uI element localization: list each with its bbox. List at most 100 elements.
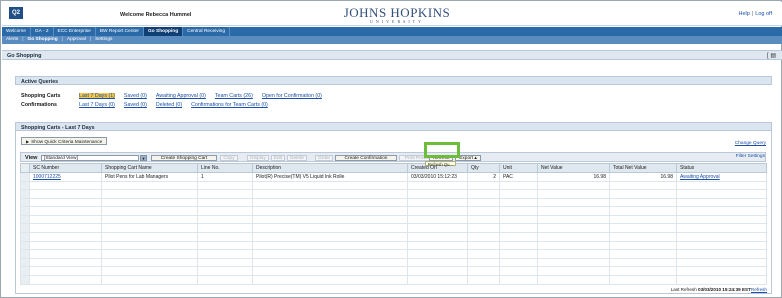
row-selector[interactable]: [20, 257, 30, 268]
row-selector[interactable]: [20, 214, 30, 225]
subtab-settings[interactable]: Settings: [91, 36, 116, 44]
query-link-sc-saved[interactable]: Saved (0): [124, 93, 147, 99]
row-selector[interactable]: [20, 232, 30, 242]
column-header-description[interactable]: Description: [252, 163, 408, 173]
empty-cell: [467, 189, 500, 199]
logoff-link[interactable]: Log off: [755, 11, 772, 17]
delete-button[interactable]: Delete: [287, 154, 307, 161]
column-header-unit[interactable]: Unit: [499, 163, 538, 173]
query-link-sc-last-7-days[interactable]: Last 7 Days (1): [79, 93, 115, 99]
empty-table-row: [20, 275, 767, 285]
edit-button[interactable]: Edit: [271, 154, 285, 161]
empty-cell: [499, 232, 538, 242]
row-selector[interactable]: [20, 172, 30, 182]
tab-welcome[interactable]: Welcome: [2, 27, 31, 36]
query-link-sc-open-confirmation[interactable]: Open for Confirmation (0): [262, 93, 322, 99]
subtab-go-shopping[interactable]: Go Shopping: [24, 36, 62, 44]
empty-cell: [29, 240, 102, 251]
empty-cell: [197, 266, 253, 277]
tab-central-receiving[interactable]: Central Receiving: [183, 27, 231, 36]
copy-button[interactable]: Copy: [220, 154, 238, 161]
empty-cell: [537, 249, 610, 259]
query-link-sc-team-carts[interactable]: Team Carts (26): [215, 93, 253, 99]
empty-cell: [499, 189, 538, 199]
row-selector[interactable]: [20, 275, 30, 285]
empty-cell: [197, 257, 253, 268]
empty-cell: [29, 206, 102, 216]
empty-cell: [252, 232, 408, 242]
column-header-qty[interactable]: Qty: [467, 163, 500, 173]
quick-criteria-button[interactable]: ▶ Show Quick Criteria Maintenance: [21, 137, 108, 145]
empty-table-row: [20, 240, 767, 251]
empty-cell: [676, 249, 767, 259]
row-selector[interactable]: [20, 249, 30, 259]
tab-go-shopping[interactable]: Go Shopping: [144, 27, 184, 36]
empty-cell: [101, 232, 198, 242]
row-selector[interactable]: [20, 180, 30, 191]
sc-number-link[interactable]: 1000712225: [29, 172, 102, 182]
create-shopping-cart-button[interactable]: Create Shopping Cart: [151, 154, 217, 161]
empty-cell: [252, 197, 408, 208]
query-link-conf-team-carts[interactable]: Confirmations for Team Carts (0): [191, 102, 268, 108]
row-selector[interactable]: [20, 266, 30, 277]
empty-cell: [499, 240, 538, 251]
page-title-bar: Go Shopping [ ▤: [2, 50, 782, 60]
empty-table-row: [20, 180, 767, 191]
query-link-conf-last-7-days[interactable]: Last 7 Days (0): [79, 102, 115, 108]
empty-cell: [252, 189, 408, 199]
row-selector[interactable]: [20, 223, 30, 234]
empty-cell: [101, 257, 198, 268]
refresh-link[interactable]: Refresh: [751, 287, 767, 292]
column-header-status[interactable]: Status: [676, 163, 767, 173]
empty-cell: [29, 266, 102, 277]
order-button[interactable]: Order: [315, 154, 333, 161]
empty-cell: [609, 189, 677, 199]
subtab-alerts[interactable]: Alerts: [2, 36, 22, 44]
created-on-cell: 03/03/2010 15:12:23: [407, 172, 468, 182]
query-link-conf-saved[interactable]: Saved (0): [124, 102, 147, 108]
filter-settings-links: Filter Settings: [736, 154, 765, 159]
empty-cell: [252, 249, 408, 259]
empty-cell: [537, 206, 610, 216]
query-link-conf-deleted[interactable]: Deleted (0): [156, 102, 182, 108]
empty-table-row: [20, 249, 767, 259]
column-header-sc-number[interactable]: SC Number: [29, 163, 102, 173]
empty-cell: [197, 189, 253, 199]
column-header-line-no[interactable]: Line No.: [197, 163, 253, 173]
empty-table-row: [20, 206, 767, 216]
empty-cell: [467, 240, 500, 251]
row-selector[interactable]: [20, 206, 30, 216]
empty-table-row: [20, 232, 767, 242]
display-button[interactable]: Display: [247, 154, 269, 161]
tab-bw-report-center[interactable]: BW Report Center: [96, 27, 145, 36]
empty-cell: [537, 189, 610, 199]
query-link-sc-awaiting-approval[interactable]: Awaiting Approval (0): [156, 93, 206, 99]
status-link[interactable]: Awaiting Approval: [676, 172, 767, 182]
empty-cell: [499, 275, 538, 285]
change-query-link[interactable]: Change Query: [735, 141, 766, 146]
help-link[interactable]: Help: [739, 11, 750, 17]
empty-table-row: [20, 197, 767, 208]
empty-cell: [676, 232, 767, 242]
settings-link[interactable]: Settings: [748, 154, 765, 159]
column-header-net-value[interactable]: Net Value: [537, 163, 610, 173]
tab-ecc-enterprise[interactable]: ECC Enterprise: [54, 27, 96, 36]
empty-cell: [609, 206, 677, 216]
total-net-value-cell: 16.98: [609, 172, 677, 182]
table-row[interactable]: 1000712225 Pilot Pens for Lab Managers 1…: [20, 172, 767, 182]
row-selector[interactable]: [20, 189, 30, 199]
page-tools-icon[interactable]: [ ▤: [767, 52, 776, 59]
filter-link[interactable]: Filter: [736, 154, 747, 159]
empty-cell: [467, 197, 500, 208]
empty-cell: [609, 257, 677, 268]
create-confirmation-button[interactable]: Create Confirmation: [335, 154, 397, 161]
select-all-cell[interactable]: [20, 163, 30, 173]
subtab-approval[interactable]: Approval: [63, 36, 90, 44]
chevron-down-icon[interactable]: ▼: [140, 154, 147, 161]
tab-ga-2[interactable]: GA - 2: [31, 27, 54, 36]
row-selector[interactable]: [20, 240, 30, 251]
column-header-cart-name[interactable]: Shopping Cart Name: [101, 163, 198, 173]
column-header-total-net-value[interactable]: Total Net Value: [609, 163, 677, 173]
view-select[interactable]: [Standard View]: [41, 154, 139, 161]
row-selector[interactable]: [20, 197, 30, 208]
